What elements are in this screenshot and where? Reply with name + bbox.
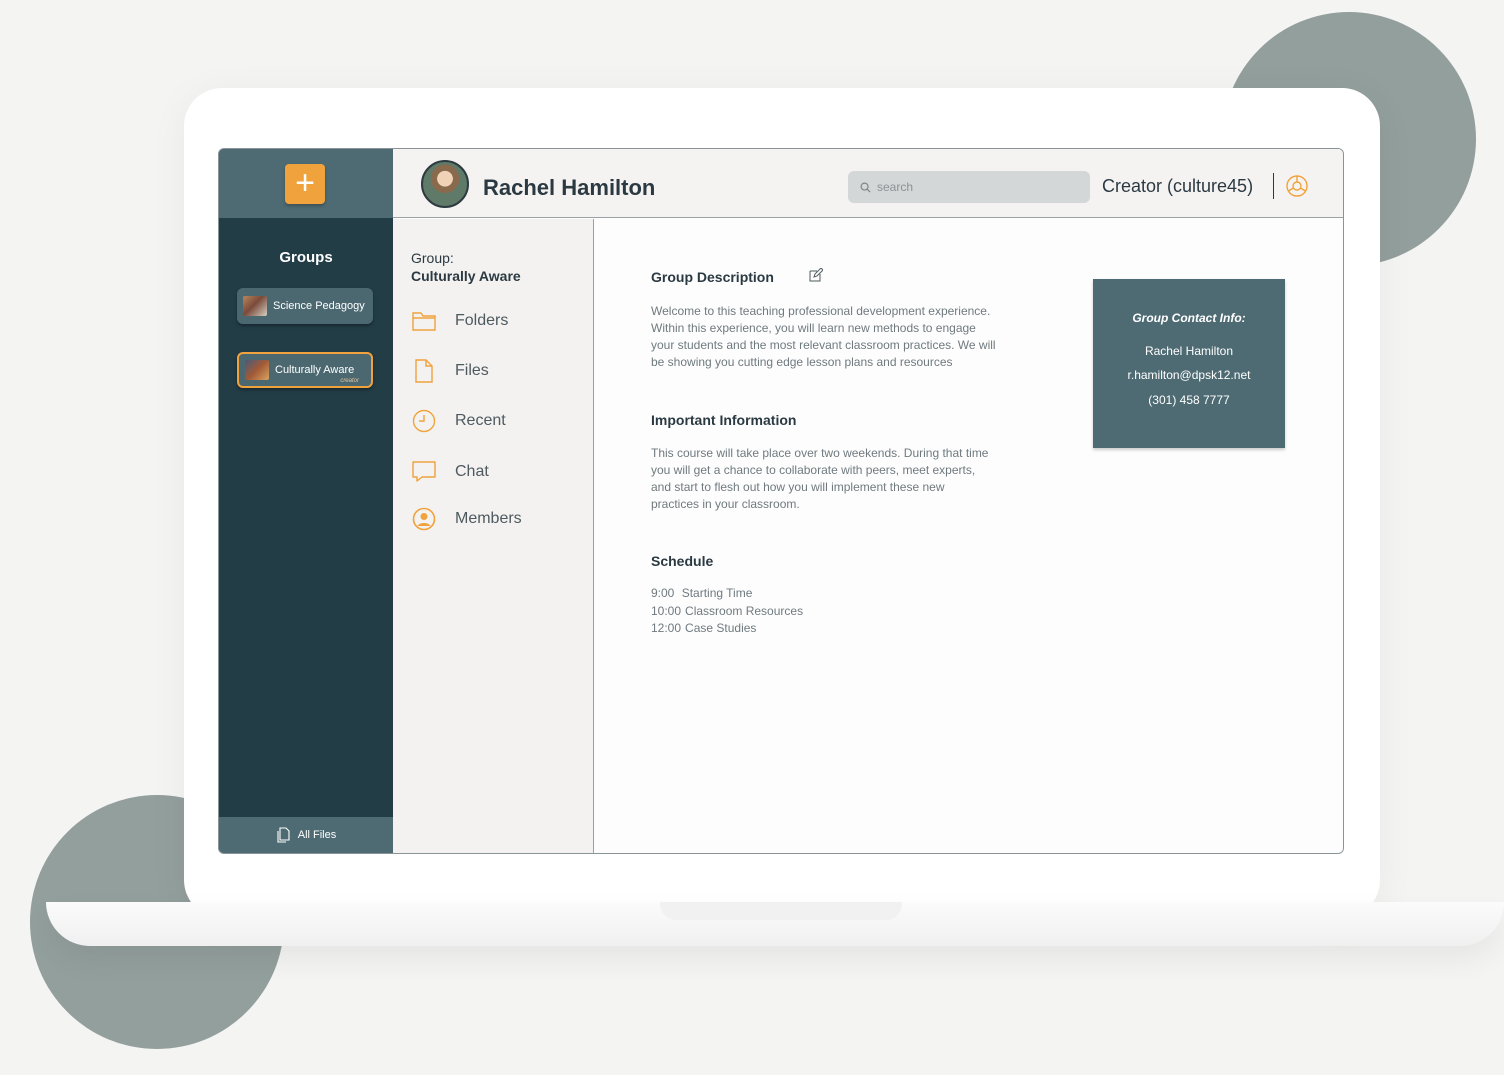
description-heading: Group Description [651,269,774,285]
nav-item-label: Files [455,362,489,379]
group-item-culturally-aware[interactable]: Culturally Aware creator [237,352,373,388]
contact-title: Group Contact Info: [1132,311,1246,325]
nav-item-files[interactable]: Files [411,357,489,385]
list-item: 12:00 Case Studies [651,621,757,635]
add-group-button[interactable]: + [285,164,325,204]
search-icon [860,182,871,193]
group-role-tag: creator [340,378,359,384]
nav-item-members[interactable]: Members [411,505,522,533]
group-label: Group: [411,250,454,266]
user-name: Rachel Hamilton [483,175,656,200]
file-icon [415,359,433,383]
schedule-heading: Schedule [651,553,714,569]
folder-icon [412,312,436,331]
nav-item-label: Recent [455,412,506,429]
contact-name: Rachel Hamilton [1144,344,1234,358]
user-role-label: Creator (culture45) [1102,176,1254,196]
search-bar[interactable] [848,171,1090,203]
group-item-science-pedagogy[interactable]: Science Pedagogy [237,288,373,324]
top-header: Rachel Hamilton Creator (culture45) [393,149,1343,218]
avatar[interactable] [421,160,469,208]
contact-phone: (301) 458 7777 [1148,393,1230,407]
groups-heading: Groups [279,249,333,266]
nav-item-label: Members [455,510,522,527]
nav-item-label: Chat [455,463,489,480]
group-navigation: Group: Culturally Aware Folders Files Re… [393,219,594,853]
group-item-label: Culturally Aware [275,364,355,376]
search-input[interactable] [877,180,1077,194]
all-files-button[interactable]: All Files [219,817,393,853]
list-item: 10:00 Classroom Resources [651,603,804,618]
clock-icon [412,409,436,433]
settings-icon[interactable] [1285,174,1309,198]
contact-email[interactable]: r.hamilton@dpsk12.net [1093,368,1285,382]
files-icon [277,827,290,843]
laptop-notch [660,902,902,920]
chat-icon [412,461,436,482]
nav-item-recent[interactable]: Recent [411,407,506,435]
header-divider [1273,173,1274,199]
nav-item-chat[interactable]: Chat [411,458,489,486]
group-thumbnail [243,296,267,316]
sidebar-top-bar: + [219,149,393,218]
edit-icon[interactable] [809,268,823,282]
group-details: Group Description Welcome to this teachi… [595,219,1343,853]
important-heading: Important Information [651,412,797,428]
nav-item-label: Folders [455,312,509,329]
description-text: Welcome to this teaching professional de… [651,304,996,369]
list-item: 9:00 Starting Time [651,586,753,600]
nav-item-folders[interactable]: Folders [411,307,508,335]
group-name: Culturally Aware [411,268,521,284]
group-thumbnail [245,360,269,380]
all-files-label: All Files [297,829,337,841]
group-item-label: Science Pedagogy [273,300,365,312]
app-window: + Groups Science Pedagogy Culturally Awa… [218,148,1344,854]
schedule-list: 9:00 Starting Time 10:00 Classroom Resour… [651,585,803,638]
important-text: This course will take place over two wee… [651,446,989,511]
contact-card: Group Contact Info: Rachel Hamilton r.ha… [1093,279,1285,448]
user-circle-icon [412,507,436,531]
groups-sidebar: + Groups Science Pedagogy Culturally Awa… [219,149,393,853]
